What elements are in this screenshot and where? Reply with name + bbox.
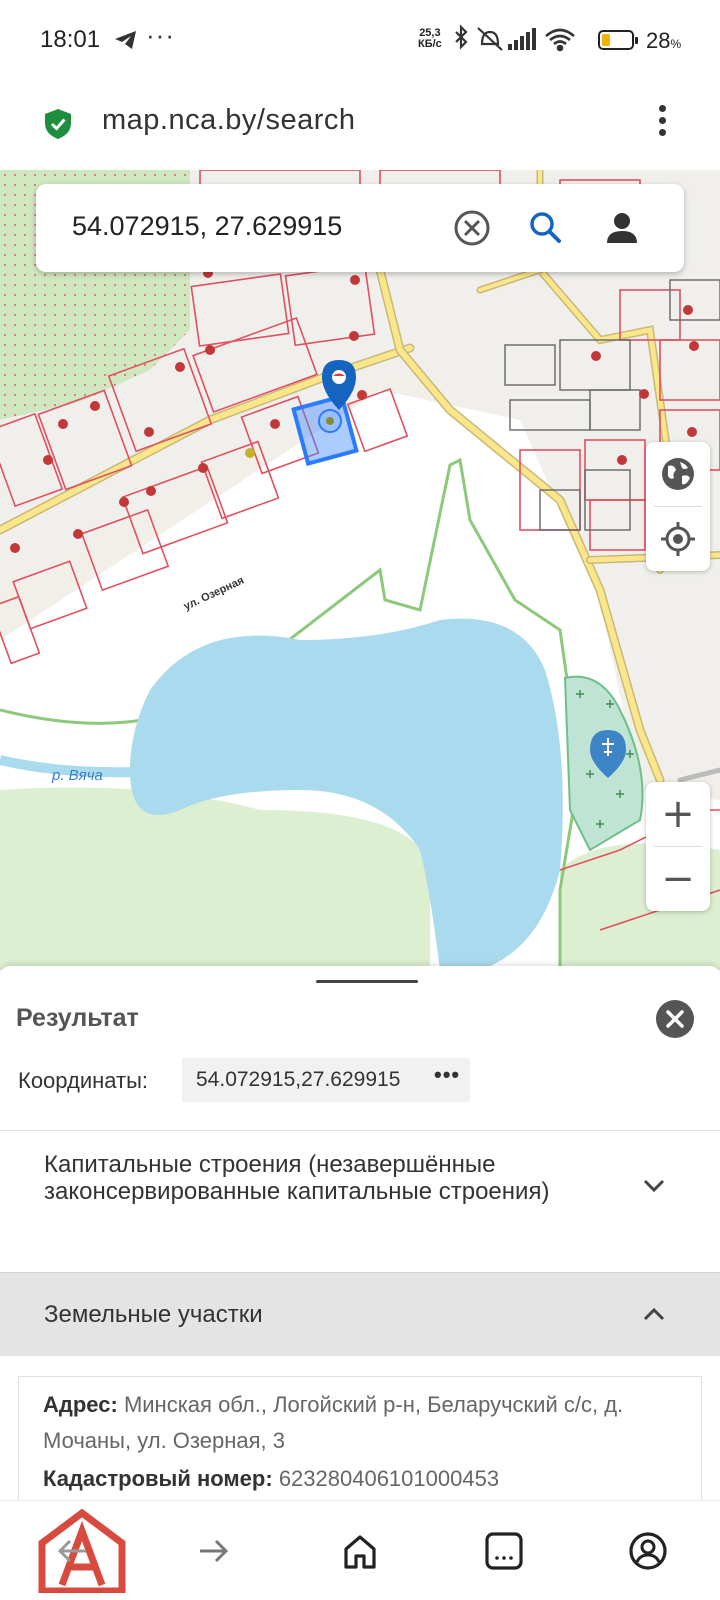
result-panel: Результат Координаты: 54.072915,27.62991… xyxy=(0,966,720,1500)
chevron-up-icon xyxy=(643,1307,665,1321)
coordinates-label: Координаты: xyxy=(18,1068,149,1093)
river-label: р. Вяча xyxy=(52,767,103,784)
home-icon[interactable] xyxy=(338,1529,382,1573)
network-speed: 25,3 КБ/с xyxy=(418,27,442,50)
search-icon[interactable] xyxy=(526,208,566,248)
map-view[interactable]: ул. Озерная р. Вяча 54.072915, 27.629915 xyxy=(0,170,720,970)
map-canvas[interactable] xyxy=(0,170,720,970)
zoom-in-button[interactable]: + xyxy=(646,782,710,846)
close-result-icon[interactable] xyxy=(656,1000,694,1038)
status-bar: 18:01 ··· 25,3 КБ/с 28% xyxy=(0,0,720,80)
chevron-down-icon xyxy=(643,1179,665,1193)
cadastral-row: Кадастровый номер: 623280406101000453 xyxy=(43,1461,499,1497)
map-layer-controls xyxy=(646,442,710,571)
cadastral-value: 623280406101000453 xyxy=(278,1466,500,1491)
coordinates-more-button[interactable]: ••• xyxy=(434,1062,460,1088)
coordinates-field[interactable]: 54.072915,27.629915 ••• xyxy=(182,1058,470,1102)
secure-shield-icon[interactable] xyxy=(44,108,72,140)
my-location-button[interactable] xyxy=(646,507,710,571)
crosshair-icon xyxy=(661,522,695,556)
tabs-icon[interactable] xyxy=(482,1529,526,1573)
result-title: Результат xyxy=(16,1004,139,1032)
battery-percent: 28% xyxy=(646,28,682,53)
zoom-out-icon: − xyxy=(661,856,695,902)
globe-layers-button[interactable] xyxy=(646,442,710,506)
signal-icon xyxy=(508,28,536,50)
accordion-land-plots-label: Земельные участки xyxy=(44,1301,263,1328)
status-icons xyxy=(455,24,575,52)
more-notifications-icon: ··· xyxy=(146,20,175,50)
zoom-controls: + − xyxy=(646,782,710,911)
map-search-box[interactable]: 54.072915, 27.629915 xyxy=(36,184,684,272)
clear-search-icon[interactable] xyxy=(452,208,492,248)
forward-arrow-icon[interactable] xyxy=(192,1529,236,1573)
address-row: Адрес: Минская обл., Логойский р-н, Бела… xyxy=(43,1387,683,1459)
accordion-capital-buildings-label: Капитальные строения (незавершённые зако… xyxy=(44,1151,550,1205)
globe-icon xyxy=(662,458,694,490)
browser-menu-icon[interactable] xyxy=(652,102,672,142)
drag-handle[interactable] xyxy=(316,980,418,983)
user-account-icon[interactable] xyxy=(602,208,642,248)
accordion-capital-buildings[interactable]: Капитальные строения (незавершённые зако… xyxy=(0,1131,720,1237)
accordion-land-plots[interactable]: Земельные участки xyxy=(0,1272,720,1356)
bluetooth-icon xyxy=(455,24,468,50)
profile-icon[interactable] xyxy=(626,1529,670,1573)
address-label: Адрес: xyxy=(43,1392,118,1417)
url-text[interactable]: map.nca.by/search xyxy=(102,104,356,137)
zoom-in-icon: + xyxy=(661,791,695,837)
status-time: 18:01 xyxy=(40,26,101,53)
battery-icon xyxy=(598,30,638,50)
back-arrow-icon[interactable] xyxy=(50,1529,94,1573)
mute-icon xyxy=(477,27,503,51)
cadastral-label: Кадастровый номер: xyxy=(43,1466,273,1491)
search-input[interactable]: 54.072915, 27.629915 xyxy=(72,211,342,242)
telegram-icon xyxy=(115,31,136,49)
zoom-out-button[interactable]: − xyxy=(646,847,710,911)
address-value: Минская обл., Логойский р-н, Беларучский… xyxy=(43,1392,624,1453)
browser-url-bar: map.nca.by/search xyxy=(0,80,720,170)
coordinates-value: 54.072915,27.629915 xyxy=(196,1068,401,1091)
land-plot-card: Адрес: Минская обл., Логойский р-н, Бела… xyxy=(18,1376,702,1500)
browser-bottom-nav xyxy=(0,1500,720,1600)
wifi-icon xyxy=(545,28,575,52)
